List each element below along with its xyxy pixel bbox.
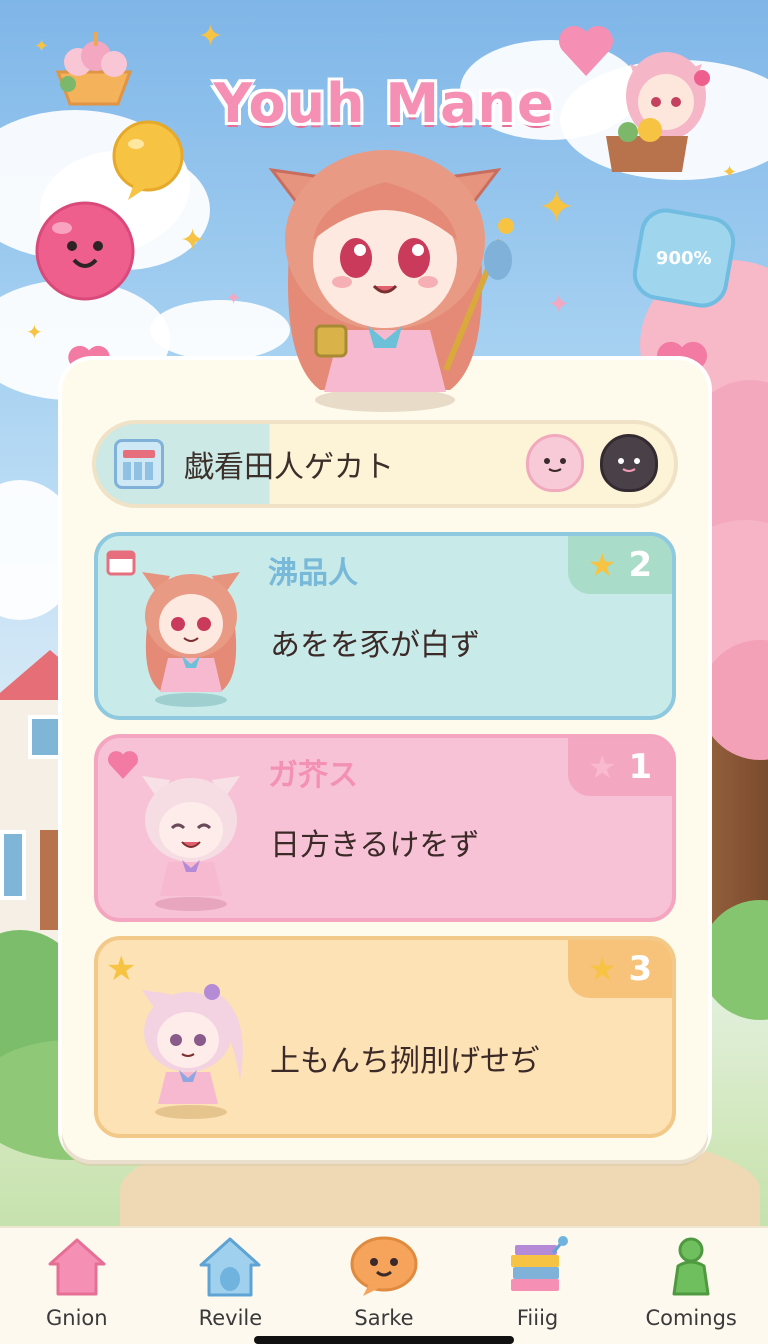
nav-item-gnion[interactable]: Gnion bbox=[12, 1228, 142, 1344]
books-icon bbox=[503, 1234, 573, 1300]
quest-card[interactable]: ★ 上もんち挒刖げせぢ ★ 3 bbox=[94, 936, 676, 1138]
nav-label: Fiiig bbox=[516, 1306, 559, 1330]
house-window bbox=[28, 715, 62, 759]
star-icon: ★ bbox=[587, 748, 617, 786]
character-portrait bbox=[132, 558, 250, 708]
sparkle-icon: ✦ bbox=[722, 162, 738, 183]
status-text: 戯看田人ゲカト bbox=[184, 450, 394, 485]
percent-badge[interactable]: 900% bbox=[628, 204, 740, 312]
nav-label: Sarke bbox=[354, 1306, 414, 1330]
percent-badge-text: 900% bbox=[656, 247, 712, 269]
rank-tab: ★ 1 bbox=[568, 738, 672, 796]
sparkle-icon: ✦ bbox=[198, 19, 224, 54]
nav-label: Revile bbox=[198, 1306, 263, 1330]
house-window bbox=[0, 830, 26, 900]
home-indicator[interactable] bbox=[254, 1336, 514, 1344]
rank-number: 2 bbox=[628, 545, 653, 585]
quest-card[interactable]: ガ芥ス 日方きるけをず ★ 1 bbox=[94, 734, 676, 922]
nav-item-sarke[interactable]: Sarke bbox=[319, 1228, 449, 1344]
character-portrait bbox=[132, 762, 250, 912]
game-title: Youh Mane bbox=[213, 72, 555, 135]
sparkle-icon: ✦ bbox=[226, 288, 242, 309]
nav-label: Comings bbox=[645, 1306, 737, 1330]
rank-number: 1 bbox=[628, 747, 653, 787]
character-portrait bbox=[132, 970, 250, 1120]
mascot-character bbox=[250, 130, 520, 420]
nav-item-fiiig[interactable]: Fiiig bbox=[473, 1228, 603, 1344]
calendar-icon bbox=[114, 439, 164, 489]
rank-number: 3 bbox=[628, 949, 653, 989]
chat-bubble-icon bbox=[349, 1234, 419, 1300]
nav-item-comings[interactable]: Comings bbox=[626, 1228, 756, 1344]
sparkle-icon: ✦ bbox=[34, 36, 50, 57]
rank-tab: ★ 2 bbox=[568, 536, 672, 594]
star-icon: ★ bbox=[587, 546, 617, 584]
nav-label: Gnion bbox=[46, 1306, 108, 1330]
bottom-nav: Gnion Revile Sarke Fiiig Comings bbox=[0, 1226, 768, 1344]
sparkle-icon: ✦ bbox=[180, 223, 206, 258]
pink-slime-icon bbox=[34, 200, 136, 302]
card-body: 日方きるけをず bbox=[270, 828, 480, 863]
quest-card[interactable]: 沸品人 あをを豕が白ず ★ 2 bbox=[94, 532, 676, 720]
card-title: 沸品人 bbox=[268, 556, 358, 591]
pawn-icon bbox=[656, 1234, 726, 1300]
pink-creature-icon[interactable] bbox=[526, 434, 584, 492]
sparkle-icon: ✦ bbox=[538, 182, 575, 233]
card-body: 上もんち挒刖げせぢ bbox=[270, 1044, 540, 1079]
nav-item-revile[interactable]: Revile bbox=[165, 1228, 295, 1344]
house-icon bbox=[195, 1234, 265, 1300]
card-title: ガ芥ス bbox=[268, 758, 358, 793]
card-body: あをを豕が白ず bbox=[270, 628, 480, 663]
rank-tab: ★ 3 bbox=[568, 940, 672, 998]
home-icon bbox=[42, 1234, 112, 1300]
sparkle-icon: ✦ bbox=[548, 290, 570, 320]
star-icon: ★ bbox=[587, 950, 617, 988]
sparkle-icon: ✦ bbox=[26, 320, 43, 344]
dark-creature-icon[interactable] bbox=[600, 434, 658, 492]
status-bar[interactable]: 戯看田人ゲカト bbox=[92, 420, 678, 508]
